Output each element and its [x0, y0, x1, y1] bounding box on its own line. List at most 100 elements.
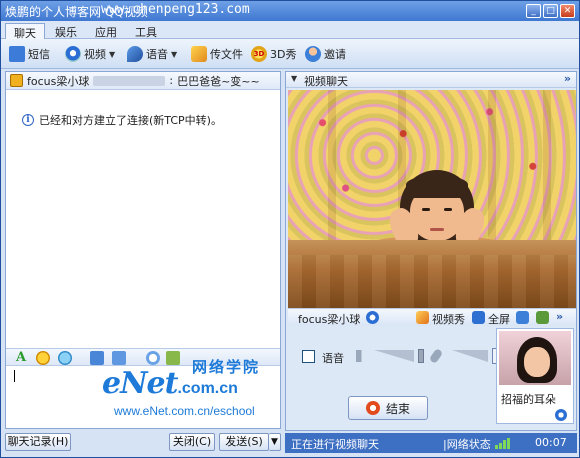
- enet-logo-text: eNet: [102, 366, 178, 401]
- self-camera-icon[interactable]: [555, 409, 567, 421]
- speaker-volume-slider[interactable]: [374, 350, 414, 362]
- file-transfer-icon: [191, 46, 207, 62]
- tab-chat[interactable]: 聊天: [5, 23, 45, 40]
- send-options-icon[interactable]: ▼: [269, 433, 281, 451]
- contact-status-separator: :: [169, 74, 174, 87]
- collapse-icon[interactable]: ▼: [291, 74, 297, 83]
- contact-avatar-icon: [10, 74, 23, 87]
- voice-button[interactable]: 语音 ▼: [127, 44, 177, 64]
- sms-button[interactable]: 短信: [9, 44, 50, 64]
- qq-chat-window: 焕鹏的个人博客网 QQ视频 www.chenpeng123.com _ □ ✕ …: [0, 0, 580, 458]
- enet-school-text: 网络学院: [192, 358, 261, 376]
- send-button[interactable]: 发送(S): [219, 433, 269, 451]
- voice-checkbox[interactable]: [302, 350, 315, 363]
- contact-signature: 巴巴爸爸~变~~: [177, 74, 260, 88]
- more-tools-icon[interactable]: [146, 351, 160, 365]
- self-name: 招福的耳朵: [501, 393, 556, 406]
- sms-label: 短信: [28, 48, 50, 61]
- 3d-show-button[interactable]: 3D 3D秀: [251, 44, 296, 64]
- signal-bar: [495, 445, 498, 449]
- voice-label: 语音: [146, 48, 168, 61]
- sms-icon: [9, 46, 25, 62]
- system-message-text: 已经和对方建立了连接(新TCP中转)。: [39, 114, 222, 127]
- video-more-icon[interactable]: »: [556, 310, 563, 323]
- title-bar[interactable]: 焕鹏的个人博客网 QQ视频 www.chenpeng123.com _ □ ✕: [1, 1, 579, 21]
- screenshot-icon[interactable]: [112, 351, 126, 365]
- video-panel-header: ▼ 视频聊天 »: [286, 72, 576, 88]
- voice-controls: 语音 »: [300, 347, 506, 366]
- enet-url-watermark: www.eNet.com.cn/eschool: [114, 404, 255, 418]
- video-chat-panel: ▼ 视频聊天 » focus梁小球 视频秀 全屏 » 语音 结束 招福的耳朵: [285, 71, 577, 431]
- toolbar: 短信 视频 ▼ 语音 ▼ 传文件 3D 3D秀 邀请: [1, 39, 579, 69]
- signal-bar: [507, 437, 510, 449]
- remote-video-feed[interactable]: [288, 90, 576, 308]
- expand-panel-icon[interactable]: »: [564, 72, 571, 85]
- video-show-button[interactable]: 视频秀: [432, 311, 465, 327]
- maximize-button[interactable]: □: [543, 4, 558, 18]
- send-file-label: 传文件: [210, 48, 243, 61]
- text-caret: [14, 370, 15, 382]
- tab-tools[interactable]: 工具: [127, 23, 165, 39]
- video-button[interactable]: 视频 ▼: [65, 44, 115, 64]
- chat-history-button[interactable]: 聊天记录(H): [5, 433, 71, 451]
- microphone-icon: [127, 46, 143, 62]
- self-video-preview[interactable]: 招福的耳朵: [496, 328, 574, 424]
- network-status-label: |网络状态: [443, 438, 491, 451]
- microphone-icon[interactable]: [428, 347, 444, 365]
- send-image-icon[interactable]: [90, 351, 104, 365]
- message-input[interactable]: eNet.com.cn 网络学院 www.eNet.com.cn/eschool: [6, 358, 280, 428]
- status-message: 正在进行视频聊天: [291, 438, 379, 451]
- video-panel-title: 视频聊天: [304, 75, 348, 88]
- voice-checkbox-label: 语音: [322, 352, 344, 365]
- redacted-qq-number: [93, 75, 166, 86]
- system-message: i 已经和对方建立了连接(新TCP中转)。: [22, 112, 222, 128]
- emoticon-icon[interactable]: [36, 351, 50, 365]
- magic-emoticon-icon[interactable]: [58, 351, 72, 365]
- settings-icon[interactable]: [536, 311, 549, 324]
- video-label: 视频: [84, 48, 106, 61]
- invite-label: 邀请: [324, 48, 346, 61]
- 3d-show-label: 3D秀: [270, 48, 297, 61]
- close-window-button[interactable]: ✕: [560, 4, 575, 18]
- font-icon[interactable]: A: [14, 351, 28, 365]
- curtain-fold: [488, 90, 496, 240]
- close-button[interactable]: 关闭(C): [169, 433, 215, 451]
- end-call-label: 结束: [385, 401, 410, 416]
- video-dropdown-icon[interactable]: ▼: [109, 50, 115, 59]
- enet-logo-domain: .com.cn: [177, 380, 238, 397]
- speaker-icon[interactable]: [356, 350, 368, 362]
- person-eye: [444, 208, 452, 211]
- fullscreen-button[interactable]: 全屏: [488, 311, 510, 327]
- curtain-fold: [543, 90, 551, 240]
- tab-apps[interactable]: 应用: [87, 23, 125, 39]
- snapshot-icon[interactable]: [516, 311, 529, 324]
- flag-icon[interactable]: [166, 351, 180, 365]
- person-mouth: [430, 228, 444, 231]
- speaker-volume-thumb[interactable]: [418, 349, 424, 363]
- self-face: [524, 347, 550, 377]
- fullscreen-icon[interactable]: [472, 311, 485, 324]
- window-controls: _ □ ✕: [526, 4, 575, 18]
- video-control-bar: focus梁小球 视频秀 全屏 »: [288, 308, 576, 326]
- url-watermark: www.chenpeng123.com: [101, 2, 250, 17]
- status-bar: 正在进行视频聊天 |网络状态 00:07: [285, 433, 577, 453]
- curtain-fold: [328, 90, 336, 240]
- invite-user-icon: [305, 46, 321, 62]
- signal-strength-icon: [495, 437, 510, 449]
- tab-entertainment[interactable]: 娱乐: [47, 23, 85, 39]
- person-bangs: [406, 176, 468, 198]
- contact-name[interactable]: focus梁小球: [27, 73, 89, 89]
- invite-button[interactable]: 邀请: [305, 44, 346, 64]
- mic-volume-slider[interactable]: [452, 350, 488, 362]
- chat-panel: focus梁小球 : 巴巴爸爸~变~~ i 已经和对方建立了连接(新TCP中转)…: [5, 71, 281, 429]
- minimize-button[interactable]: _: [526, 4, 541, 18]
- send-file-button[interactable]: 传文件: [191, 44, 243, 64]
- 3d-show-icon: 3D: [251, 46, 267, 62]
- video-show-icon[interactable]: [416, 311, 429, 324]
- info-icon: i: [22, 114, 34, 126]
- end-call-button[interactable]: 结束: [348, 396, 428, 420]
- camera-icon[interactable]: [366, 311, 379, 324]
- power-icon: [365, 401, 380, 415]
- voice-dropdown-icon[interactable]: ▼: [171, 50, 177, 59]
- chat-contact-header: focus梁小球 : 巴巴爸爸~变~~: [6, 72, 280, 90]
